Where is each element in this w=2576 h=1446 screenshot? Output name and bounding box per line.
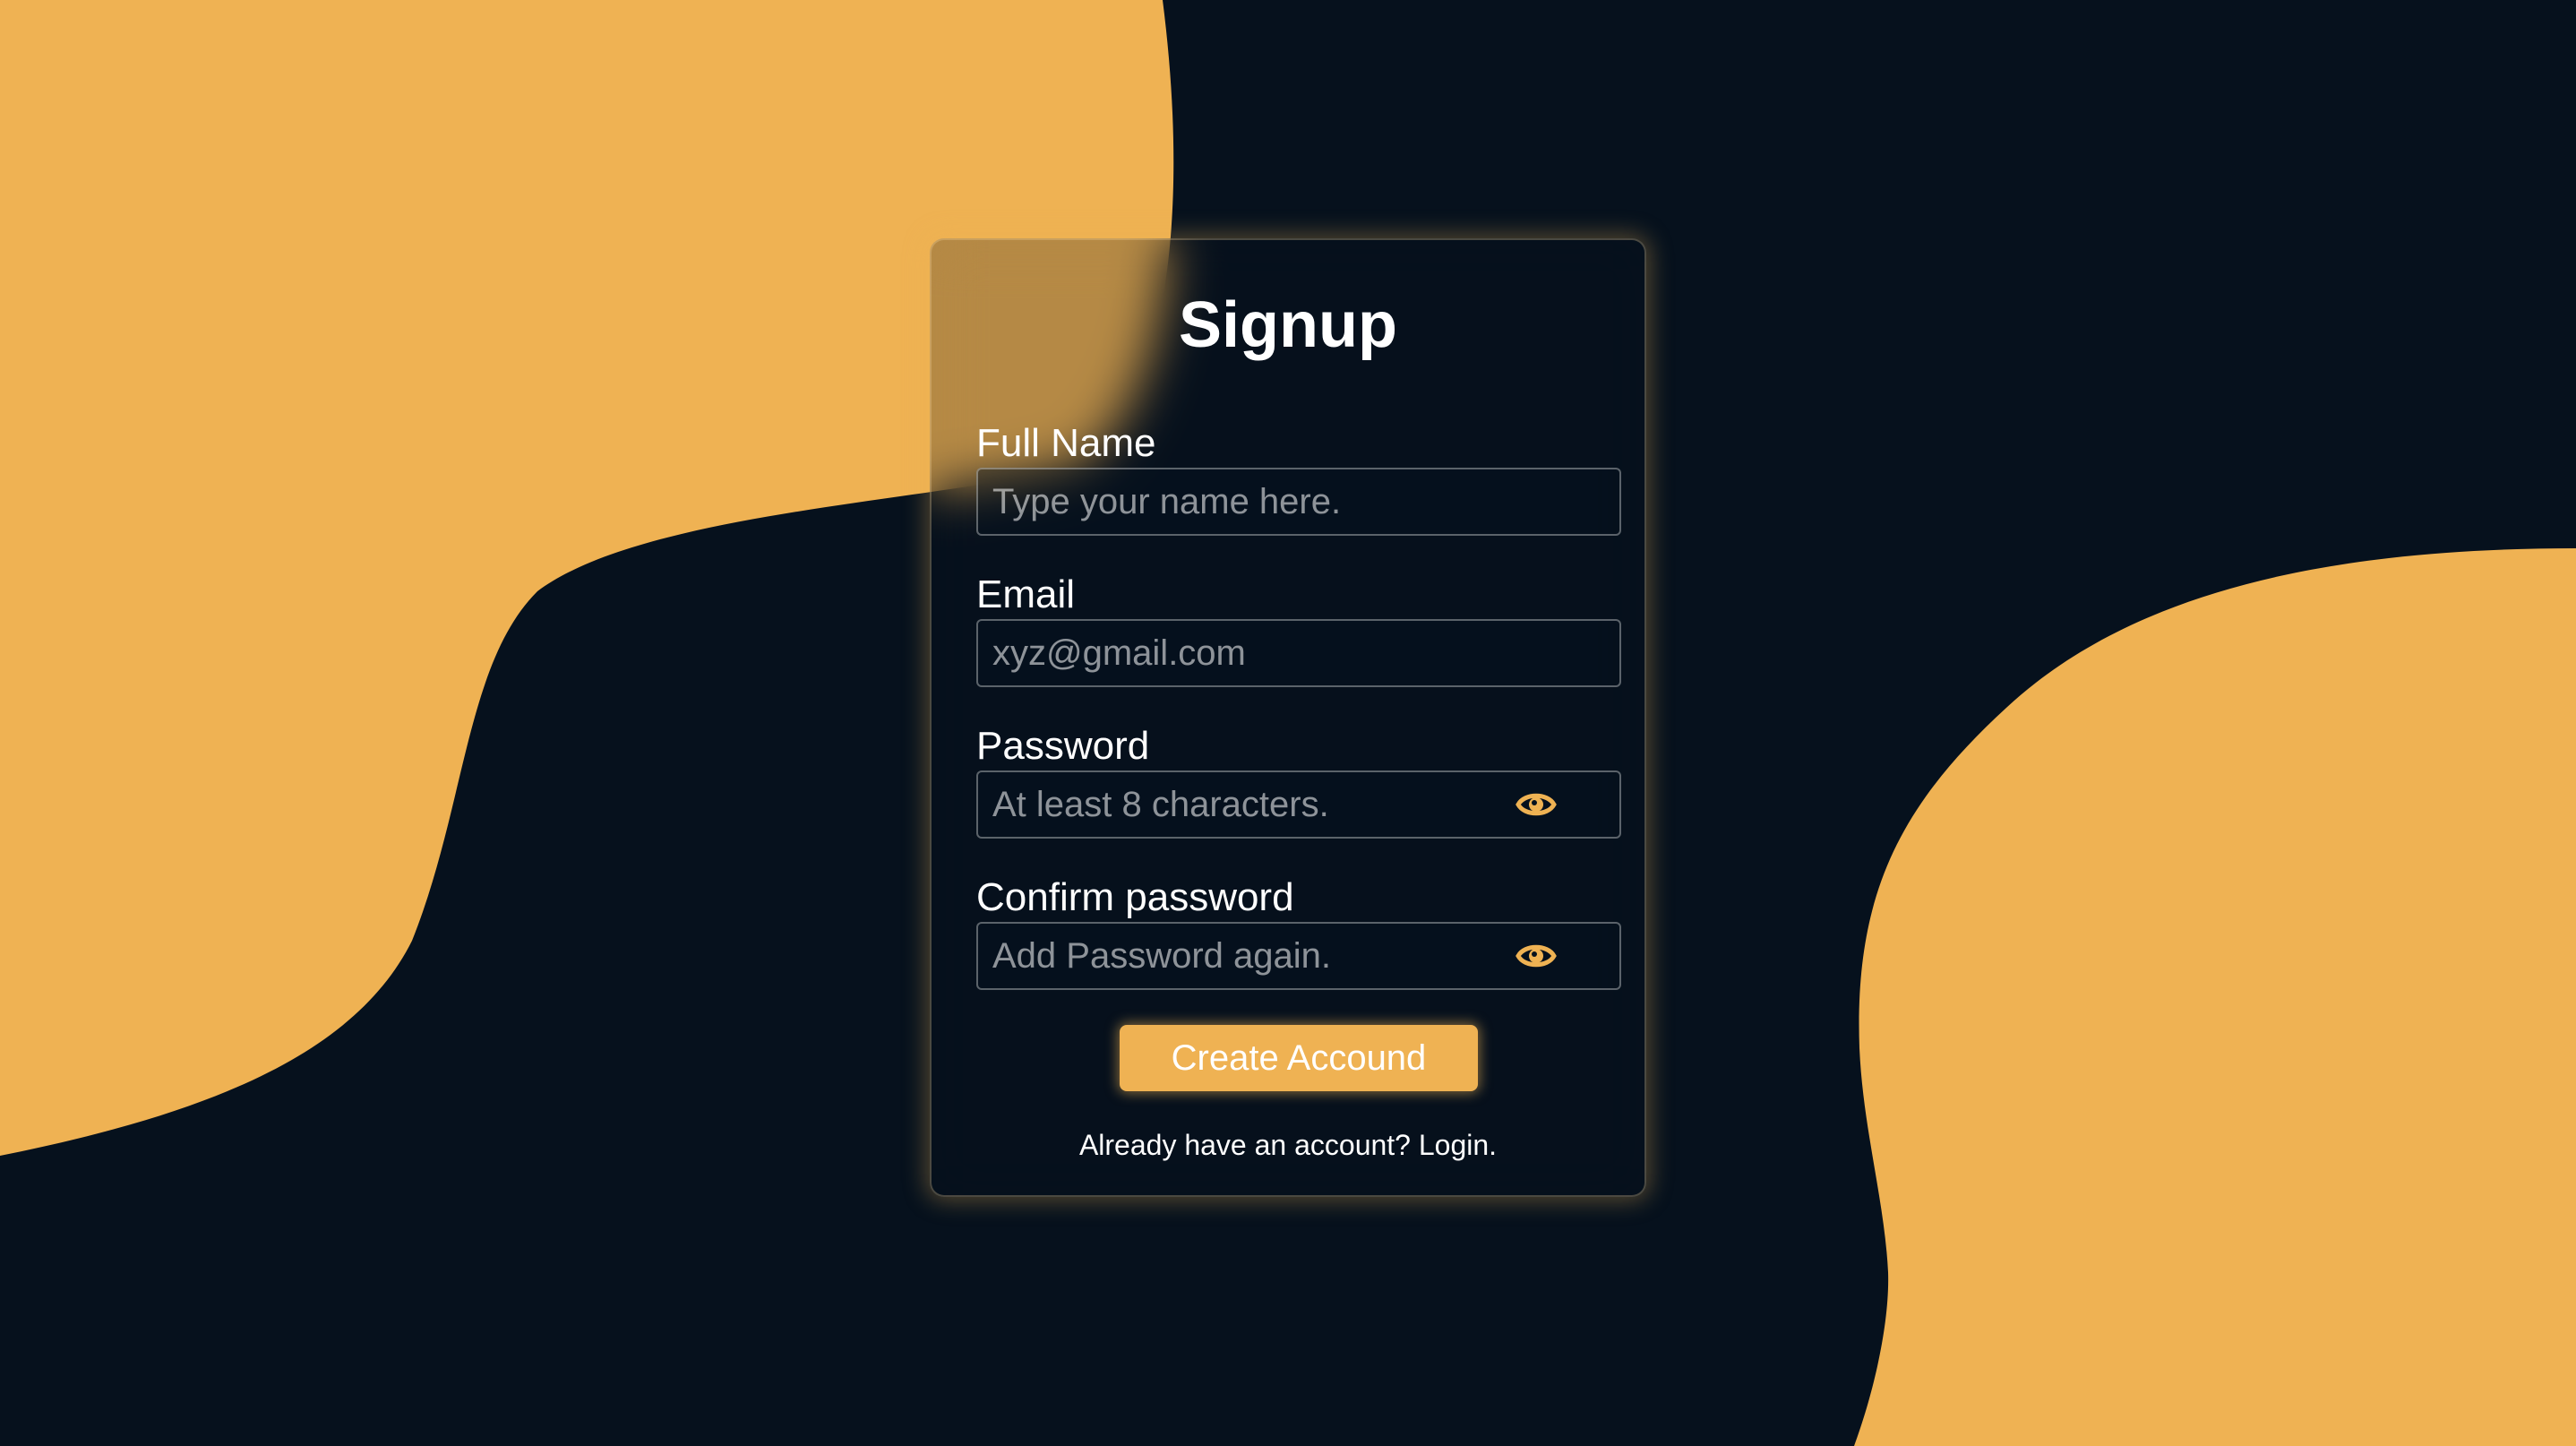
email-field — [976, 619, 1621, 687]
page: Signup Full Name Email Password Confirm … — [0, 0, 2576, 1446]
login-prompt-text: Already have an account? — [1078, 1129, 1411, 1161]
confirm-password-label: Confirm password — [976, 875, 1294, 919]
confirm-password-field — [976, 922, 1621, 990]
create-account-button[interactable]: Create Accound — [1120, 1025, 1478, 1091]
eye-icon[interactable] — [1516, 788, 1557, 822]
full-name-label: Full Name — [976, 421, 1156, 465]
email-label: Email — [976, 572, 1076, 616]
signup-card: Signup Full Name Email Password Confirm … — [930, 238, 1646, 1197]
bottom-right-blob — [1854, 548, 2576, 1446]
full-name-input[interactable] — [978, 469, 1619, 534]
email-input[interactable] — [978, 621, 1619, 685]
login-prompt: Already have an account? Login. — [932, 1127, 1644, 1163]
password-label: Password — [976, 724, 1150, 768]
login-link[interactable]: Login. — [1419, 1129, 1497, 1161]
full-name-field — [976, 468, 1621, 536]
signup-title: Signup — [1179, 289, 1397, 361]
password-field — [976, 770, 1621, 839]
eye-icon[interactable] — [1516, 939, 1557, 973]
